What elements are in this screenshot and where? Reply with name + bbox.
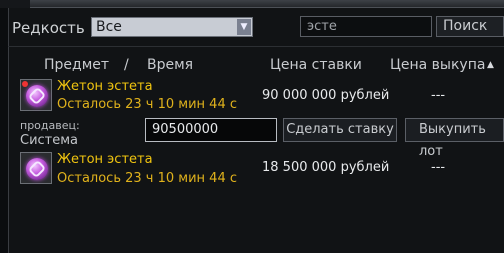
search-button[interactable]: Поиск [436, 16, 504, 37]
lot-bid-price: 18 500 000 рублей [262, 160, 390, 175]
lot-item-icon[interactable] [20, 152, 52, 184]
window-top-corner [0, 0, 30, 8]
rarity-filter-label: Редкость [12, 19, 85, 37]
lot-buyout-price: --- [431, 160, 446, 175]
seller-name: Система [20, 133, 79, 148]
header-divider [8, 46, 504, 47]
column-time-header[interactable]: Время [147, 57, 193, 73]
rarity-select[interactable]: Все ▼ [91, 17, 253, 37]
rarity-select-value: Все [96, 19, 122, 35]
lot-item-name[interactable]: Жетон эстета [57, 79, 153, 94]
search-input[interactable]: эсте [300, 16, 432, 37]
place-bid-button[interactable]: Сделать ставку [283, 118, 397, 142]
column-bid-price-header[interactable]: Цена ставки [270, 57, 362, 73]
chevron-down-icon[interactable]: ▼ [237, 19, 251, 35]
lot-time-left: Осталось 23 ч 10 мин 44 с [57, 97, 237, 112]
lot-item-name[interactable]: Жетон эстета [57, 152, 153, 167]
column-separator: / [124, 57, 129, 73]
new-badge-icon [22, 81, 28, 87]
lot-time-left: Осталось 23 ч 10 мин 44 с [57, 171, 237, 186]
column-buyout-price-header[interactable]: Цена выкупа [390, 57, 485, 73]
buyout-lot-button[interactable]: Выкупить лот [405, 118, 504, 159]
bid-amount-input[interactable]: 90500000 [145, 118, 277, 142]
sort-ascending-icon[interactable]: ▲ [487, 60, 494, 70]
seller-label: продавец: [20, 119, 80, 132]
lot-buyout-price: --- [431, 88, 446, 103]
window-top-bar [0, 0, 504, 8]
column-item-header[interactable]: Предмет [44, 57, 109, 73]
lot-bid-price: 90 000 000 рублей [262, 88, 390, 103]
lot-item-icon[interactable] [20, 79, 52, 111]
